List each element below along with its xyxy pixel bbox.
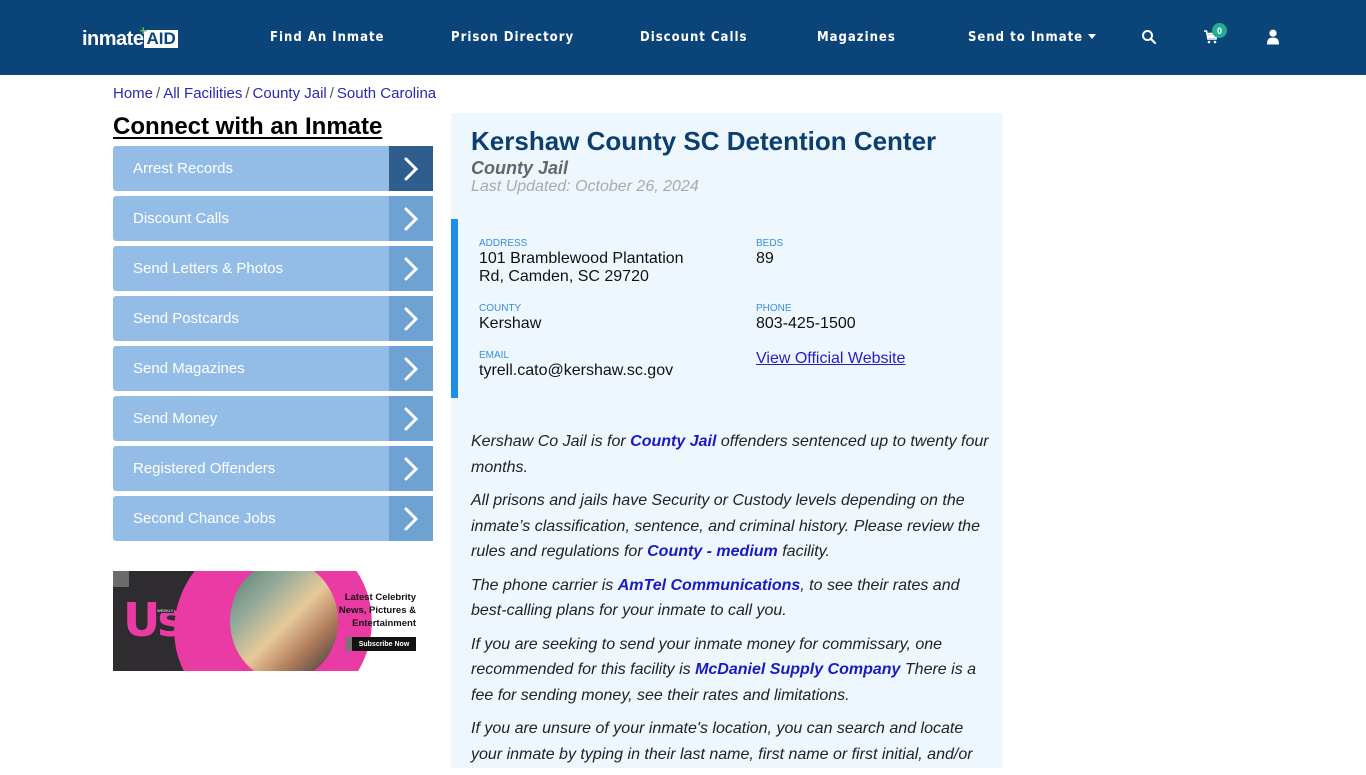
address-line-1: 101 Bramblewood Plantation	[479, 250, 684, 267]
last-updated: Last Updated: October 26, 2024	[471, 178, 699, 195]
breadcrumb-separator: /	[329, 85, 334, 102]
caret-down-icon	[1088, 34, 1097, 39]
breadcrumb-south-carolina[interactable]: South Carolina	[337, 85, 436, 102]
search-icon	[1142, 30, 1157, 45]
ad-tagline: Latest Celebrity News, Pictures & Entert…	[339, 591, 416, 630]
sidebar-item-label: Second Chance Jobs	[133, 510, 276, 527]
facility-info-card: ADDRESS 101 Bramblewood Plantation Rd, C…	[451, 219, 1003, 398]
email-field: EMAIL tyrell.cato@kershaw.sc.gov	[479, 350, 673, 380]
ad-tagline-line: News, Pictures &	[338, 605, 416, 616]
sidebar-item-label: Send Letters & Photos	[133, 260, 284, 277]
text: The phone carrier is	[471, 576, 618, 594]
chevron-right-icon	[389, 146, 433, 191]
phone-label: PHONE	[756, 303, 792, 314]
email-label: EMAIL	[479, 350, 510, 361]
facility-type: County Jail	[471, 158, 569, 178]
facility-description: Kershaw Co Jail is for County Jail offen…	[471, 429, 993, 775]
sidebar-item-label: Send Postcards	[133, 310, 239, 327]
phone-value: 803-425-1500	[756, 315, 856, 332]
nav-find-an-inmate[interactable]: Find An Inmate	[270, 30, 385, 45]
chevron-right-icon	[389, 346, 433, 391]
address-field: ADDRESS 101 Bramblewood Plantation Rd, C…	[479, 238, 684, 286]
breadcrumb-all-facilities[interactable]: All Facilities	[163, 85, 242, 102]
sidebar-title: Connect with an Inmate	[113, 113, 383, 140]
county-label: COUNTY	[479, 303, 522, 314]
nav-magazines[interactable]: Magazines	[817, 30, 896, 45]
mcdaniel-supply-company-link[interactable]: McDaniel Supply Company	[695, 661, 900, 678]
description-paragraph: The phone carrier is AmTel Communication…	[471, 573, 993, 624]
text: Kershaw Co Jail is for	[471, 433, 631, 450]
breadcrumb-home[interactable]: Home	[113, 85, 153, 102]
sidebar-item-send-money[interactable]: Send Money	[113, 396, 433, 441]
sidebar-item-label: Arrest Records	[133, 160, 234, 177]
breadcrumb-separator: /	[245, 85, 250, 102]
nav-send-to-inmate-label: Send to Inmate	[968, 30, 1084, 45]
address-line-2: Rd, Camden, SC 29720	[479, 268, 649, 285]
county-jail-link[interactable]: County Jail	[630, 433, 716, 450]
ad-brand-logo: Us	[123, 593, 185, 647]
sidebar-item-send-postcards[interactable]: Send Postcards	[113, 296, 433, 341]
website-field: View Official Website	[756, 350, 905, 368]
county-field: COUNTY Kershaw	[479, 303, 541, 333]
sidebar-item-label: Send Magazines	[133, 360, 245, 377]
ad-subscribe-button[interactable]: Subscribe Now	[346, 637, 416, 651]
facility-name: Kershaw County SC Detention Center	[471, 126, 937, 156]
chevron-right-icon	[389, 496, 433, 541]
sidebar-item-second-chance-jobs[interactable]: Second Chance Jobs	[113, 496, 433, 541]
ad-corner-mark	[113, 571, 129, 587]
sidebar-item-send-letters-photos[interactable]: Send Letters & Photos	[113, 246, 433, 291]
logo-text: inmate	[82, 28, 144, 50]
sidebar-item-label: Registered Offenders	[133, 460, 276, 477]
chevron-right-icon	[389, 196, 433, 241]
logo-plus-icon: +	[139, 23, 148, 38]
facility-panel: Kershaw County SC Detention Center Count…	[451, 113, 1003, 768]
view-official-website-link[interactable]: View Official Website	[756, 350, 905, 367]
amtel-communications-link[interactable]: AmTel Communications	[618, 577, 801, 594]
chevron-right-icon	[389, 246, 433, 291]
text: facility.	[777, 543, 830, 560]
ad-tagline-line: Latest Celebrity	[344, 592, 416, 603]
sidebar-item-discount-calls[interactable]: Discount Calls	[113, 196, 433, 241]
description-paragraph: All prisons and jails have Security or C…	[471, 488, 993, 565]
description-paragraph: If you are unsure of your inmate's locat…	[471, 720, 973, 763]
logo-box-text: AID	[146, 29, 176, 48]
chevron-right-icon	[389, 446, 433, 491]
cart-count-badge: 0	[1212, 23, 1227, 38]
county-value: Kershaw	[479, 315, 542, 332]
email-value: tyrell.cato@kershaw.sc.gov	[479, 362, 674, 379]
phone-field: PHONE 803-425-1500	[756, 303, 856, 333]
address-label: ADDRESS	[479, 238, 528, 249]
nav-prison-directory[interactable]: Prison Directory	[451, 30, 574, 45]
sidebar-item-send-magazines[interactable]: Send Magazines	[113, 346, 433, 391]
beds-field: BEDS 89	[756, 238, 783, 268]
us-weekly-ad-banner[interactable]: Us WEEKLY Latest Celebrity News, Picture…	[113, 571, 433, 671]
breadcrumb-separator: /	[156, 85, 161, 102]
sidebar-item-label: Send Money	[133, 410, 218, 427]
county-medium-link[interactable]: County - medium	[647, 543, 778, 560]
inmateaid-logo[interactable]: inmate + AID	[82, 23, 178, 50]
sidebar-item-label: Discount Calls	[133, 210, 229, 227]
top-navigation-bar: inmate + AID Find An Inmate Prison Direct…	[0, 0, 1366, 75]
sidebar-item-registered-offenders[interactable]: Registered Offenders	[113, 446, 433, 491]
breadcrumb: Home / All Facilities / County Jail / South Ca…	[113, 85, 436, 102]
sidebar-item-arrest-records[interactable]: Arrest Records	[113, 146, 433, 191]
description-paragraph: If you are seeking to send your inmate m…	[471, 632, 993, 709]
chevron-right-icon	[389, 396, 433, 441]
sidebar-menu: Arrest Records Discount Calls Send Lette…	[113, 146, 433, 546]
description-paragraph: Kershaw Co Jail is for County Jail offen…	[471, 429, 993, 480]
ad-tagline-line: Entertainment	[352, 618, 416, 629]
nav-send-to-inmate[interactable]: Send to Inmate	[968, 30, 1097, 45]
logo-box: + AID	[139, 23, 178, 48]
beds-label: BEDS	[756, 238, 784, 249]
user-icon	[1267, 29, 1279, 45]
ad-brand-tag: WEEKLY	[156, 608, 175, 613]
chevron-right-icon	[389, 296, 433, 341]
account-button[interactable]	[1260, 24, 1286, 50]
search-button[interactable]	[1136, 24, 1162, 50]
breadcrumb-county-jail[interactable]: County Jail	[253, 85, 327, 102]
beds-value: 89	[756, 250, 774, 267]
nav-discount-calls[interactable]: Discount Calls	[640, 30, 747, 45]
